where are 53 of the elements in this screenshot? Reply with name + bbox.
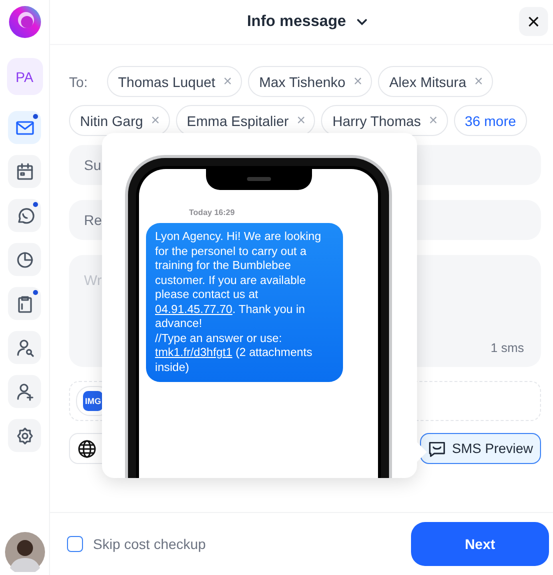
recipient-chip[interactable]: Alex Mitsura ×: [378, 66, 493, 97]
remove-button[interactable]: ×: [296, 112, 306, 129]
recipient-name: Max Tishenko: [259, 74, 346, 90]
recipient-name: Nitin Garg: [80, 112, 144, 128]
message-link[interactable]: 04.91.45.77.70: [155, 302, 232, 316]
recipient-chip[interactable]: Harry Thomas ×: [321, 105, 448, 136]
nav-item[interactable]: [8, 287, 41, 320]
nav-item[interactable]: [8, 375, 41, 408]
skip-cost-label: Skip cost checkup: [93, 536, 206, 552]
message-text: //Type an answer or use: tmk1.fr/d3hfgt1 (2 attachments inside): [155, 332, 314, 375]
message-icon: [428, 440, 446, 458]
more-recipients-button[interactable]: 36 more: [454, 105, 528, 136]
nav-item[interactable]: [8, 199, 41, 232]
close-button[interactable]: ×: [519, 7, 548, 36]
recipient-chip[interactable]: Emma Espitalier ×: [176, 105, 316, 136]
next-button[interactable]: Next: [411, 522, 549, 566]
nav-item[interactable]: [8, 419, 41, 452]
remove-button[interactable]: ×: [474, 73, 483, 90]
calendar-icon: [14, 162, 34, 182]
nav-item[interactable]: [8, 111, 41, 144]
globe-icon: [77, 438, 97, 458]
profile-badge[interactable]: PA: [6, 58, 42, 95]
chevron-down-icon: [356, 16, 368, 28]
user-add-icon: [14, 382, 34, 402]
checkbox[interactable]: [67, 536, 83, 552]
message-time: Today 16:29: [189, 208, 236, 217]
message-text: Lyon Agency. Hi! We are looking for the personel to carry out a training for the Bumblebee customer. If you are available please contact us at 04.91.45.77.70. Thank you in advance!: [155, 230, 322, 332]
sms-count: 1 sms: [490, 341, 524, 355]
message-link[interactable]: tmk1.fr/: [155, 346, 194, 359]
recipient-chip[interactable]: Thomas Luquet ×: [107, 66, 242, 97]
sms-preview-button[interactable]: SMS Preview: [420, 433, 541, 464]
recipient-name: Thomas Luquet: [118, 74, 216, 90]
recipient-chip[interactable]: Max Tishenko ×: [248, 66, 372, 97]
settings-icon: [14, 426, 34, 446]
recipient-name: Harry Thomas: [332, 112, 421, 128]
recipient-name: Emma Espitalier: [186, 112, 289, 128]
dialog-title[interactable]: Info message: [246, 13, 368, 31]
logo-icon: [8, 6, 40, 38]
recipient-name: Alex Mitsura: [389, 74, 466, 90]
remove-button[interactable]: ×: [428, 112, 438, 129]
avatar[interactable]: [4, 532, 44, 572]
pie-chart-icon: [14, 250, 34, 270]
remove-button[interactable]: ×: [151, 112, 160, 129]
to-label: To:: [69, 74, 89, 90]
remove-button[interactable]: ×: [353, 73, 362, 90]
recipient-chip[interactable]: Nitin Garg ×: [69, 105, 170, 136]
file-type-badge: IMG: [83, 391, 104, 411]
nav-item[interactable]: [8, 331, 41, 364]
message-link[interactable]: d3hfgt1: [194, 346, 232, 359]
nav-item[interactable]: [8, 243, 41, 276]
user-search-icon: [14, 338, 34, 358]
nav-item[interactable]: [8, 155, 41, 188]
remove-button[interactable]: ×: [223, 73, 232, 90]
